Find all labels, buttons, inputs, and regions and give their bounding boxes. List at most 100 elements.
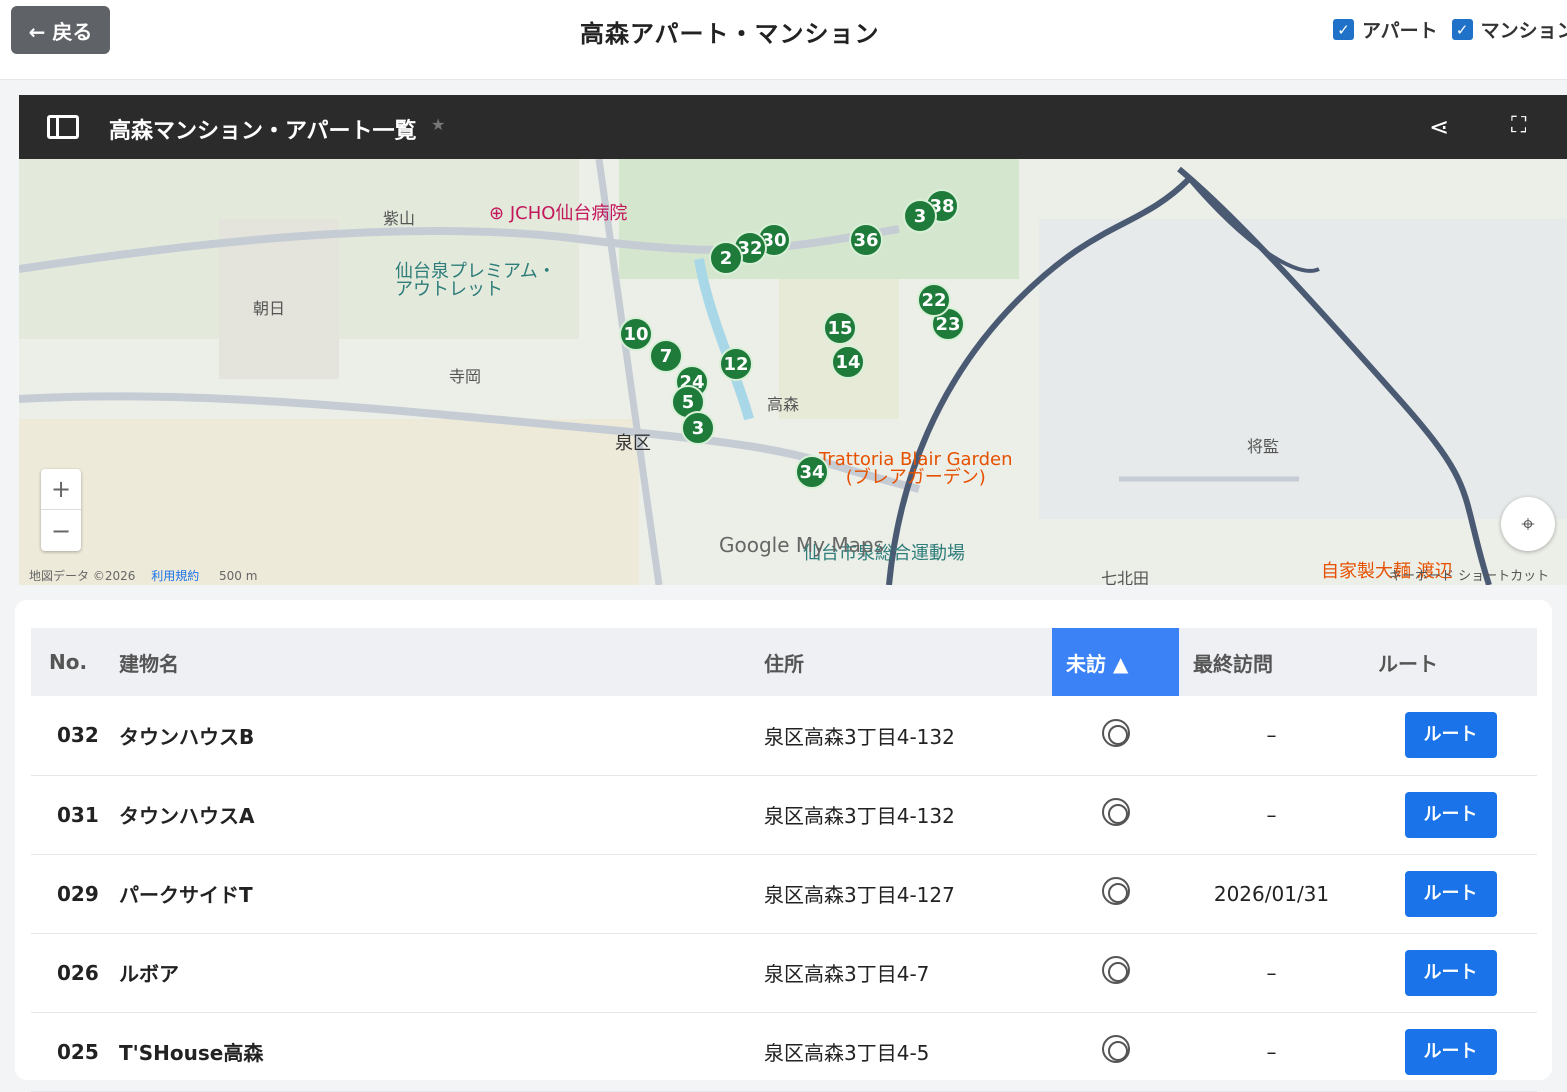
table-row[interactable]: 031 タウンハウスA 泉区高森3丁目4-132 – ルート (31, 775, 1537, 855)
row-last-visit: – (1179, 775, 1364, 855)
hospital-pin-icon: ⊕ (489, 203, 505, 224)
place-label: 高森 (767, 395, 800, 414)
map-marker[interactable]: 7 (649, 339, 683, 373)
double-circle-icon (1101, 1035, 1130, 1063)
back-button[interactable]: ← 戻る (11, 6, 110, 54)
keyboard-shortcuts-link[interactable]: キーボード ショートカット (1389, 565, 1549, 584)
map-card: 高森マンション・アパート一覧 ★ ⋖ ⛶ ⊕ JCHO仙台病院 紫山 仙台泉プレ… (19, 95, 1567, 585)
map-header: 高森マンション・アパート一覧 ★ ⋖ ⛶ (19, 95, 1567, 159)
share-icon[interactable]: ⋖ (1429, 113, 1449, 141)
route-button[interactable]: ルート (1404, 870, 1497, 917)
row-unvisited (1052, 854, 1179, 934)
map-marker[interactable]: 15 (823, 311, 857, 345)
header-unvisited[interactable]: 未訪 ▲ (1052, 628, 1179, 696)
map-marker[interactable]: 14 (831, 345, 865, 379)
double-circle-icon (1101, 718, 1130, 747)
row-name: タウンハウスB (119, 696, 764, 776)
zoom-out-button[interactable]: − (41, 510, 81, 551)
page-title: 高森アパート・マンション (580, 20, 880, 48)
type-filters: ✓ アパート ✓ マンション (1333, 16, 1567, 43)
row-unvisited (1052, 775, 1179, 855)
header-route: ルート (1364, 628, 1537, 696)
top-bar: ← 戻る 高森アパート・マンション ✓ アパート ✓ マンション (0, 0, 1567, 80)
map-background (19, 159, 1567, 585)
table-row[interactable]: 032 タウンハウスB 泉区高森3丁目4-132 – ルート (31, 696, 1537, 776)
fullscreen-icon[interactable]: ⛶ (1511, 113, 1528, 138)
row-name: T'SHouse高森 (119, 1012, 764, 1092)
place-label: 紫山 (383, 209, 416, 228)
terms-link[interactable]: 利用規約 (151, 569, 199, 583)
filter-mansion[interactable]: ✓ マンション (1451, 16, 1567, 43)
place-label: 将監 (1247, 437, 1280, 456)
table-row[interactable]: 025 T'SHouse高森 泉区高森3丁目4-5 – ルート (31, 1012, 1537, 1092)
route-button[interactable]: ルート (1404, 712, 1497, 759)
row-route: ルート (1364, 933, 1537, 1013)
table-row[interactable]: 029 パークサイドT 泉区高森3丁目4-127 2026/01/31 ルート (31, 854, 1537, 934)
row-address: 泉区高森3丁目4-127 (764, 854, 1052, 934)
filter-apartment[interactable]: ✓ アパート (1333, 16, 1438, 43)
table-row[interactable]: 026 ルボア 泉区高森3丁目4-7 – ルート (31, 933, 1537, 1013)
attribution-text: 地図データ ©2026 (29, 569, 136, 583)
zoom-controls: + − (41, 469, 81, 551)
row-no: 032 (31, 696, 119, 776)
place-label: 七北田 (1101, 569, 1150, 585)
double-circle-icon (1101, 798, 1130, 826)
row-address: 泉区高森3丁目4-132 (764, 696, 1052, 776)
header-last-visit[interactable]: 最終訪問 (1179, 628, 1364, 696)
row-no: 031 (31, 775, 119, 855)
row-route: ルート (1364, 854, 1537, 934)
row-unvisited (1052, 1012, 1179, 1092)
sidebar-toggle-icon[interactable] (47, 115, 79, 139)
map-marker[interactable]: 10 (619, 317, 653, 351)
hospital-label: JCHO仙台病院 (509, 203, 628, 224)
double-circle-icon (1101, 877, 1130, 905)
google-logo: Google My Maps (719, 533, 884, 557)
place-label: 朝日 (253, 299, 286, 318)
row-last-visit: 2026/01/31 (1179, 854, 1364, 934)
route-button[interactable]: ルート (1404, 1028, 1497, 1075)
row-last-visit: – (1179, 933, 1364, 1013)
map-marker[interactable]: 2 (709, 241, 743, 275)
map-marker[interactable]: 22 (917, 283, 951, 317)
map-marker[interactable]: 3 (681, 411, 715, 445)
header-address[interactable]: 住所 (764, 628, 1052, 696)
place-label: 泉区 (615, 433, 651, 454)
row-last-visit: – (1179, 1012, 1364, 1092)
row-route: ルート (1364, 1012, 1537, 1092)
checkbox-checked-icon[interactable]: ✓ (1451, 19, 1473, 40)
route-button[interactable]: ルート (1404, 949, 1497, 996)
map-marker[interactable]: 12 (719, 347, 753, 381)
filter-apartment-label: アパート (1362, 20, 1438, 42)
row-name: タウンハウスA (119, 775, 764, 855)
building-table-card: No. 建物名 住所 未訪 ▲ 最終訪問 ルート 032 タウンハウスB 泉区高… (15, 600, 1552, 1092)
map-marker[interactable]: 36 (849, 223, 883, 257)
row-no: 025 (31, 1012, 119, 1092)
row-address: 泉区高森3丁目4-5 (764, 1012, 1052, 1092)
row-address: 泉区高森3丁目4-7 (764, 933, 1052, 1013)
header-name[interactable]: 建物名 (119, 628, 764, 696)
map-view[interactable]: ⊕ JCHO仙台病院 紫山 仙台泉プレミアム・ アウトレット 朝日 寺岡 泉区 … (19, 159, 1567, 585)
row-name: パークサイドT (119, 854, 764, 934)
row-unvisited (1052, 933, 1179, 1013)
map-marker[interactable]: 34 (795, 455, 829, 489)
header-no[interactable]: No. (31, 628, 119, 696)
place-label[interactable]: Trattoria Blair Garden (ブレアガーデン) (819, 451, 1013, 487)
row-address: 泉区高森3丁目4-132 (764, 775, 1052, 855)
row-route: ルート (1364, 696, 1537, 776)
place-label[interactable]: ⊕ JCHO仙台病院 (489, 199, 627, 225)
row-unvisited (1052, 696, 1179, 776)
place-label[interactable]: 仙台泉プレミアム・ アウトレット (395, 263, 556, 299)
map-attribution: 地図データ ©2026 利用規約 500 m (29, 567, 257, 584)
star-icon[interactable]: ★ (431, 115, 445, 134)
scale-label: 500 m (219, 569, 258, 583)
route-button[interactable]: ルート (1404, 791, 1497, 838)
pan-control-icon[interactable]: ⌖ (1501, 497, 1555, 551)
checkbox-checked-icon[interactable]: ✓ (1333, 19, 1354, 40)
row-last-visit: – (1179, 696, 1364, 776)
row-no: 026 (31, 933, 119, 1013)
place-label: 寺岡 (449, 367, 482, 386)
map-title: 高森マンション・アパート一覧 (109, 119, 417, 144)
zoom-in-button[interactable]: + (41, 469, 81, 510)
map-marker[interactable]: 3 (903, 199, 937, 233)
row-name: ルボア (119, 933, 764, 1013)
